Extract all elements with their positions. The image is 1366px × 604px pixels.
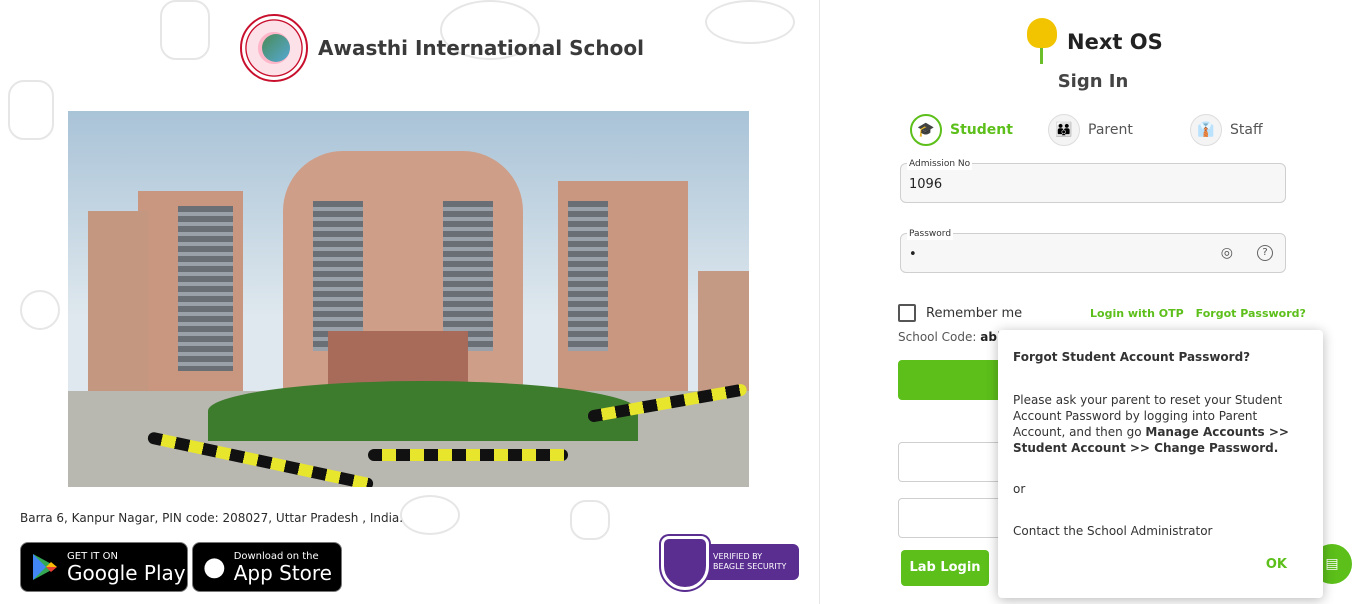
lab-login-button[interactable]: Lab Login [901, 550, 989, 586]
auth-links: Login with OTP Forgot Password? [1090, 307, 1306, 320]
tab-staff-label: Staff [1230, 122, 1263, 138]
doodle-icon [705, 0, 795, 44]
password-input[interactable] [909, 244, 1189, 264]
google-play-top: GET IT ON [67, 550, 118, 562]
school-panel: Awasthi International School Barra 6, Ka… [0, 0, 820, 604]
password-field[interactable]: Password ◎ ? [900, 228, 1286, 273]
google-play-icon [33, 554, 57, 580]
app-store-button[interactable]: ● Download on the App Store [192, 542, 342, 592]
ok-button[interactable]: OK [1266, 557, 1287, 572]
nextos-logo [1025, 16, 1059, 68]
forgot-password-link[interactable]: Forgot Password? [1196, 307, 1306, 320]
school-code: School Code: abh [898, 330, 1005, 344]
password-label: Password [907, 228, 954, 240]
tab-staff[interactable]: 👔 Staff [1190, 114, 1263, 146]
campus-photo [68, 111, 749, 487]
eye-slash-icon[interactable]: ◎ [1221, 245, 1233, 261]
app-store-bottom: App Store [233, 560, 332, 585]
remember-checkbox[interactable] [898, 304, 916, 322]
tab-student-label: Student [950, 122, 1013, 138]
school-code-label: School Code: [898, 330, 977, 344]
brand-name: Next OS [1067, 30, 1163, 54]
shield-icon [661, 536, 709, 590]
dialog-contact: Contact the School Administrator [1013, 524, 1213, 538]
student-icon: 🎓 [910, 114, 942, 146]
staff-icon: 👔 [1190, 114, 1222, 146]
admission-no-field[interactable]: Admission No [900, 158, 1286, 203]
app-store-top: Download on the [233, 550, 319, 562]
tab-student[interactable]: 🎓 Student [910, 114, 1013, 146]
remember-label: Remember me [926, 305, 1023, 321]
google-play-bottom: Google Play [67, 560, 186, 585]
school-header: Awasthi International School [240, 14, 644, 82]
forgot-password-dialog: Forgot Student Account Password? Please … [998, 330, 1323, 598]
help-icon[interactable]: ? [1257, 245, 1273, 261]
brand: Next OS [1025, 16, 1163, 68]
remember-me[interactable]: Remember me [898, 304, 1022, 322]
google-play-button[interactable]: GET IT ON Google Play [20, 542, 188, 592]
role-tabs: 🎓 Student 👪 Parent 👔 Staff [910, 114, 1290, 148]
badge-line1: VERIFIED BY [713, 552, 763, 561]
school-address: Barra 6, Kanpur Nagar, PIN code: 208027,… [20, 511, 404, 525]
school-name: Awasthi International School [318, 36, 644, 60]
doodle-icon [400, 495, 460, 535]
doodle-icon [20, 290, 60, 330]
apple-icon: ● [203, 552, 226, 582]
doodle-icon [8, 80, 54, 140]
sign-in-heading: Sign In [1057, 71, 1129, 92]
badge-line2: BEAGLE SECURITY [713, 562, 787, 571]
admission-no-input[interactable] [909, 174, 1189, 194]
admission-no-label: Admission No [907, 158, 973, 170]
badge-text: VERIFIED BY BEAGLE SECURITY [701, 544, 799, 580]
beagle-security-badge[interactable]: VERIFIED BY BEAGLE SECURITY [661, 536, 799, 590]
school-logo [240, 14, 308, 82]
dialog-or: or [1013, 482, 1026, 496]
dialog-title: Forgot Student Account Password? [1013, 350, 1251, 364]
parent-icon: 👪 [1048, 114, 1080, 146]
doodle-icon [570, 500, 610, 540]
login-otp-link[interactable]: Login with OTP [1090, 307, 1184, 320]
dialog-message: Please ask your parent to reset your Stu… [1013, 392, 1308, 456]
doodle-icon [160, 0, 210, 60]
tab-parent[interactable]: 👪 Parent [1048, 114, 1133, 146]
tab-parent-label: Parent [1088, 122, 1133, 138]
